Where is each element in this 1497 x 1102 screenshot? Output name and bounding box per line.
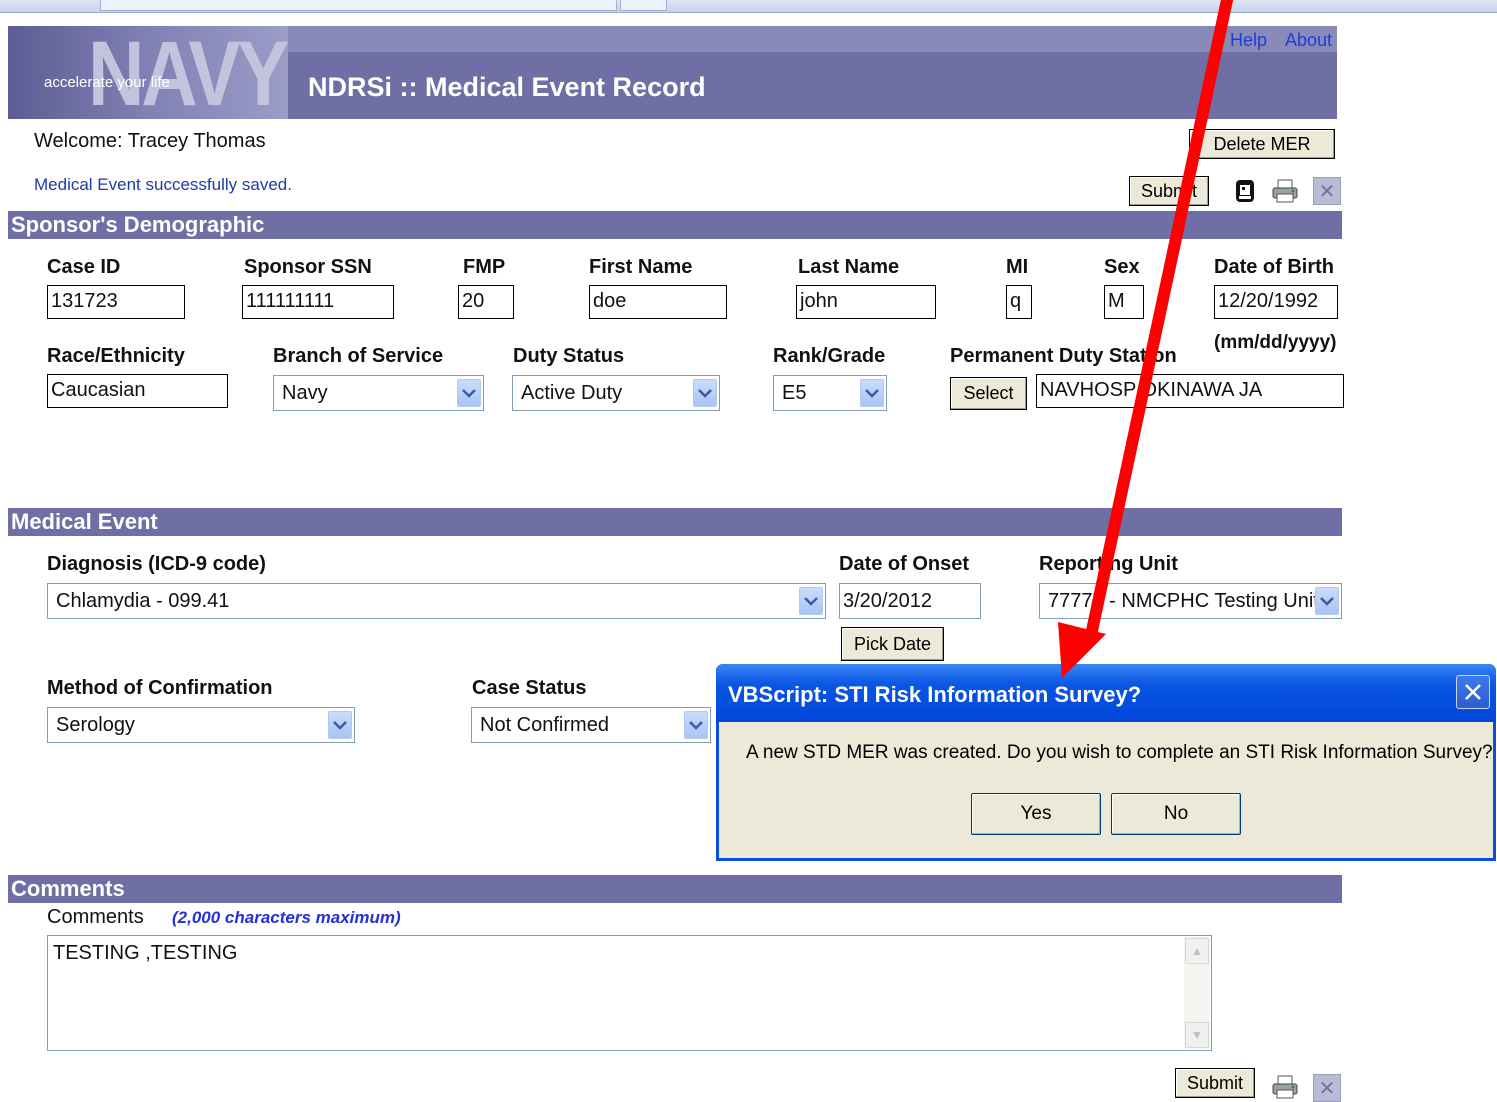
- status-message: Medical Event successfully saved.: [34, 175, 292, 194]
- rank-selected-value: E5: [782, 382, 807, 404]
- chevron-down-icon[interactable]: [799, 587, 823, 615]
- case-id-field[interactable]: 131723: [47, 285, 185, 319]
- delete-mer-button[interactable]: Delete MER: [1189, 129, 1335, 159]
- page-title: NDRSi :: Medical Event Record: [308, 72, 706, 102]
- logo-wordmark: NAVY: [88, 26, 288, 119]
- reporting-unit-selected-value: 77777 - NMCPHC Testing Unit: [1048, 590, 1319, 612]
- comments-text: TESTING ,TESTING: [53, 942, 238, 964]
- comments-textarea[interactable]: TESTING ,TESTING ▲ ▼: [47, 935, 1212, 1051]
- chevron-down-icon[interactable]: [693, 379, 717, 407]
- dialog-message: A new STD MER was created. Do you wish t…: [746, 742, 1493, 763]
- print-icon[interactable]: [1272, 1074, 1298, 1100]
- confirmation-selected-value: Serology: [56, 714, 135, 736]
- mi-label: MI: [1006, 256, 1029, 278]
- print-icon[interactable]: [1272, 178, 1298, 204]
- comments-section-header: Comments: [8, 875, 1342, 903]
- duty-status-label: Duty Status: [513, 345, 625, 367]
- dob-label: Date of Birth: [1214, 256, 1334, 278]
- dialog-body: A new STD MER was created. Do you wish t…: [719, 722, 1493, 858]
- no-button[interactable]: No: [1111, 793, 1241, 835]
- logo-tagline: accelerate your life: [44, 74, 170, 91]
- comments-scrollbar[interactable]: ▲ ▼: [1184, 937, 1210, 1049]
- close-icon[interactable]: ✕: [1313, 1074, 1341, 1102]
- duty-status-selected-value: Active Duty: [521, 382, 623, 404]
- last-name-field[interactable]: john: [796, 285, 936, 319]
- comments-label: Comments: [47, 906, 144, 928]
- scroll-down-icon[interactable]: ▼: [1185, 1022, 1209, 1048]
- dialog-title: VBScript: STI Risk Information Survey?: [728, 682, 1142, 707]
- chevron-down-icon[interactable]: [457, 379, 481, 407]
- last-name-label: Last Name: [798, 256, 900, 278]
- browser-tab[interactable]: [620, 0, 667, 11]
- ssn-label: Sponsor SSN: [244, 256, 372, 278]
- onset-label: Date of Onset: [839, 553, 970, 575]
- branch-label: Branch of Service: [273, 345, 444, 367]
- browser-tab[interactable]: [100, 0, 617, 11]
- help-link[interactable]: Help: [1230, 30, 1267, 51]
- sti-survey-dialog: VBScript: STI Risk Information Survey? A…: [716, 664, 1496, 861]
- face-icon[interactable]: [1232, 178, 1258, 204]
- reporting-unit-label: Reporting Unit: [1039, 553, 1178, 575]
- mi-field[interactable]: q: [1006, 285, 1032, 319]
- chevron-down-icon[interactable]: [328, 711, 352, 739]
- branch-select[interactable]: Navy: [273, 375, 484, 411]
- dialog-close-icon[interactable]: [1456, 675, 1490, 709]
- pick-date-button[interactable]: Pick Date: [841, 627, 944, 661]
- onset-date-field[interactable]: 3/20/2012: [839, 583, 981, 619]
- diagnosis-select[interactable]: Chlamydia - 099.41: [47, 583, 826, 619]
- case-id-label: Case ID: [47, 256, 121, 278]
- close-icon[interactable]: ✕: [1313, 177, 1341, 205]
- fmp-field[interactable]: 20: [458, 285, 514, 319]
- sponsor-section-header: Sponsor's Demographic: [8, 211, 1342, 239]
- chevron-down-icon[interactable]: [1315, 587, 1339, 615]
- submit-button[interactable]: Submit: [1129, 176, 1209, 206]
- yes-button[interactable]: Yes: [971, 793, 1101, 835]
- about-link[interactable]: About: [1285, 30, 1332, 51]
- first-name-field[interactable]: doe: [589, 285, 727, 319]
- dob-field[interactable]: 12/20/1992: [1214, 285, 1338, 319]
- dob-format-hint: (mm/dd/yyyy): [1214, 332, 1337, 353]
- diagnosis-label: Diagnosis (ICD-9 code): [47, 553, 266, 575]
- navy-logo: NAVY accelerate your life: [8, 26, 288, 119]
- race-label: Race/Ethnicity: [47, 345, 185, 367]
- confirmation-select[interactable]: Serology: [47, 707, 355, 743]
- case-status-label: Case Status: [472, 677, 587, 699]
- chevron-down-icon[interactable]: [860, 379, 884, 407]
- welcome-text: Welcome: Tracey Thomas: [34, 130, 266, 152]
- submit-button-bottom[interactable]: Submit: [1175, 1068, 1255, 1098]
- sex-field[interactable]: M: [1104, 285, 1144, 319]
- duty-station-label: Permanent Duty Station: [950, 345, 1177, 367]
- rank-label: Rank/Grade: [773, 345, 886, 367]
- sex-label: Sex: [1104, 256, 1140, 278]
- scroll-up-icon[interactable]: ▲: [1185, 938, 1209, 964]
- confirmation-label: Method of Confirmation: [47, 677, 273, 699]
- chevron-down-icon[interactable]: [684, 711, 708, 739]
- comments-limit-hint: (2,000 characters maximum): [172, 908, 401, 927]
- duty-status-select[interactable]: Active Duty: [512, 375, 720, 411]
- case-status-selected-value: Not Confirmed: [480, 714, 609, 736]
- case-status-select[interactable]: Not Confirmed: [471, 707, 711, 743]
- ssn-field[interactable]: 111111111: [242, 285, 394, 319]
- rank-select[interactable]: E5: [773, 375, 887, 411]
- fmp-label: FMP: [463, 256, 506, 278]
- duty-station-select-button[interactable]: Select: [950, 377, 1027, 410]
- diagnosis-selected-value: Chlamydia - 099.41: [56, 590, 230, 612]
- race-field[interactable]: Caucasian: [47, 374, 228, 408]
- reporting-unit-select[interactable]: 77777 - NMCPHC Testing Unit: [1039, 583, 1342, 619]
- branch-selected-value: Navy: [282, 382, 328, 404]
- first-name-label: First Name: [589, 256, 693, 278]
- medical-section-header: Medical Event: [8, 508, 1342, 536]
- duty-station-field[interactable]: NAVHOSP OKINAWA JA: [1036, 374, 1344, 408]
- browser-tab-strip: [0, 0, 1497, 13]
